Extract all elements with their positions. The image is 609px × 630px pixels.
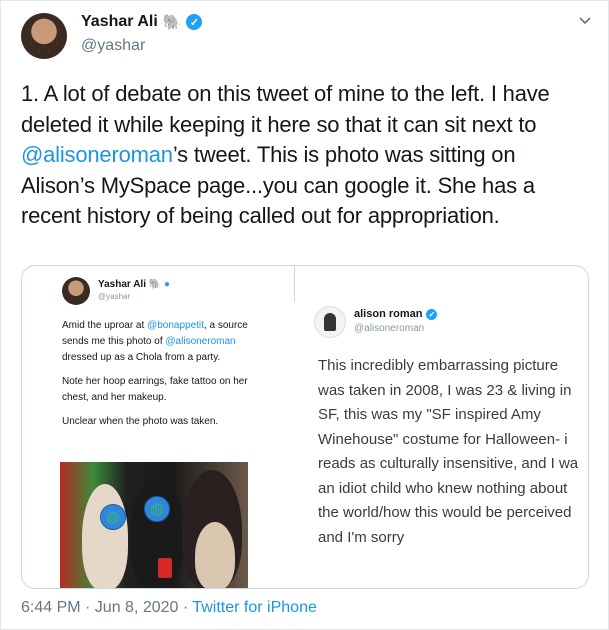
tweet-text-part1: 1. A lot of debate on this tweet of mine… bbox=[21, 81, 550, 137]
timestamp[interactable]: 6:44 PM · Jun 8, 2020 · bbox=[21, 599, 192, 616]
embedded-para-1: Amid the uproar at @bonappetit, a source… bbox=[62, 320, 248, 363]
embedded-text: This incredibly embarrassing picture was… bbox=[318, 357, 579, 546]
mention-link[interactable]: @alisoneroman bbox=[21, 142, 173, 167]
party-photo: ◍ ◍ bbox=[60, 462, 248, 588]
embedded-para-2: Note her hoop earrings, fake tattoo on h… bbox=[62, 376, 248, 403]
author-name-row[interactable]: Yashar Ali 🐘 ✓ bbox=[81, 13, 203, 31]
embedded-avatar bbox=[314, 306, 346, 338]
display-name[interactable]: Yashar Ali bbox=[81, 13, 158, 31]
verified-badge-icon: ✓ bbox=[426, 308, 438, 320]
embedded-handle: @alisoneroman bbox=[354, 323, 425, 334]
avatar[interactable] bbox=[21, 13, 67, 59]
embedded-handle: @yashar bbox=[98, 292, 131, 301]
tweet-media[interactable]: Yashar Ali 🐘 ● @yashar Amid the uproar a… bbox=[21, 265, 589, 589]
embedded-text: Amid the uproar at @bonappetit, a source… bbox=[62, 318, 262, 438]
divider bbox=[294, 266, 295, 302]
verified-badge-icon: ● bbox=[164, 279, 171, 290]
embedded-display-name: alison roman ✓ bbox=[354, 308, 438, 320]
embedded-display-name: Yashar Ali 🐘 ● bbox=[98, 279, 171, 290]
chevron-down-icon[interactable] bbox=[578, 13, 592, 27]
author-handle[interactable]: @yashar bbox=[81, 37, 145, 55]
globe-emoji-icon: ◍ bbox=[144, 496, 170, 522]
tweet-metadata: 6:44 PM · Jun 8, 2020 · Twitter for iPho… bbox=[21, 599, 317, 617]
elephant-emoji-icon: 🐘 bbox=[162, 14, 182, 31]
globe-emoji-icon: ◍ bbox=[100, 504, 126, 530]
tweet-text: 1. A lot of debate on this tweet of mine… bbox=[21, 79, 591, 232]
source-link[interactable]: Twitter for iPhone bbox=[192, 599, 317, 616]
verified-badge-icon: ✓ bbox=[186, 14, 203, 30]
embedded-para-3: Unclear when the photo was taken. bbox=[62, 416, 219, 427]
embedded-avatar bbox=[62, 277, 90, 305]
elephant-emoji-icon: 🐘 bbox=[148, 279, 162, 290]
embedded-tweet-left: Yashar Ali 🐘 ● @yashar Amid the uproar a… bbox=[60, 274, 280, 588]
tweet-card: Yashar Ali 🐘 ✓ @yashar 1. A lot of debat… bbox=[0, 0, 609, 630]
